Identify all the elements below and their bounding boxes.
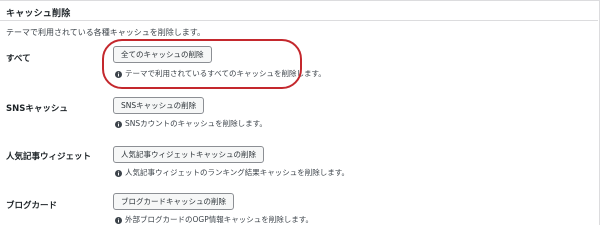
note-all: テーマで利用されているすべてのキャッシュを削除します。 xyxy=(115,68,326,79)
row-label-all: すべて xyxy=(6,54,31,64)
info-icon xyxy=(115,216,122,224)
row-label-sns: SNSキャッシュ xyxy=(6,104,68,114)
info-icon xyxy=(115,120,122,128)
delete-popular-widget-cache-button[interactable]: 人気記事ウィジェットキャッシュの削除 xyxy=(113,146,264,163)
info-icon xyxy=(115,169,122,177)
row-label-popular-widget: 人気記事ウィジェット xyxy=(6,152,92,162)
delete-sns-cache-button[interactable]: SNSキャッシュの削除 xyxy=(113,97,205,114)
note-blogcard-text: 外部ブログカードのOGP情報キャッシュを削除します。 xyxy=(125,215,313,224)
note-blogcard: 外部ブログカードのOGP情報キャッシュを削除します。 xyxy=(115,214,313,225)
section-description: テーマで利用されている各種キャッシュを削除します。 xyxy=(6,28,205,37)
note-popular-widget: 人気記事ウィジェットのランキング結果キャッシュを削除します。 xyxy=(115,167,349,178)
note-popular-widget-text: 人気記事ウィジェットのランキング結果キャッシュを削除します。 xyxy=(125,168,350,177)
note-sns-text: SNSカウントのキャッシュを削除します。 xyxy=(125,119,267,128)
note-all-text: テーマで利用されているすべてのキャッシュを削除します。 xyxy=(125,69,326,78)
settings-panel: キャッシュ削除 テーマで利用されている各種キャッシュを削除します。 すべて 全て… xyxy=(0,0,600,225)
row-label-blogcard: ブログカード xyxy=(6,201,58,211)
info-icon xyxy=(115,70,122,78)
delete-all-cache-button[interactable]: 全てのキャッシュの削除 xyxy=(113,46,212,63)
delete-blogcard-cache-button[interactable]: ブログカードキャッシュの削除 xyxy=(113,193,234,210)
note-sns: SNSカウントのキャッシュを削除します。 xyxy=(115,118,267,129)
section-title: キャッシュ削除 xyxy=(6,9,71,19)
section-divider xyxy=(0,20,598,21)
